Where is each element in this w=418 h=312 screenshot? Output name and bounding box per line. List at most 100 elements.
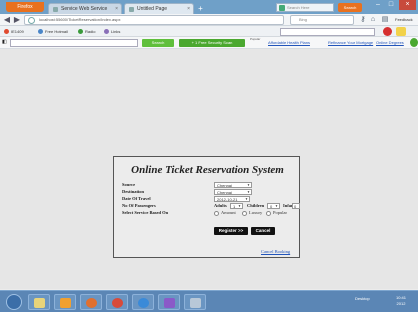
clock[interactable]: 10:41 2012 bbox=[396, 295, 406, 307]
navigation-bar: ◀ ▶ localhost:55600/TicketReservation/In… bbox=[0, 14, 418, 26]
web-search-input[interactable]: Bing bbox=[290, 15, 354, 25]
addon-toolbar: ◧ Search + 1 Free Security Scan Popular … bbox=[0, 37, 418, 49]
back-arrow-icon[interactable]: ◀ bbox=[2, 15, 12, 25]
media-taskbar-button[interactable] bbox=[54, 294, 76, 310]
feedback-button[interactable]: Feedback bbox=[395, 15, 413, 25]
addon-search-input[interactable] bbox=[10, 39, 138, 47]
addon-search-button[interactable]: Search bbox=[142, 39, 174, 47]
bookmark-item[interactable]: IE1409 bbox=[4, 26, 24, 37]
url-text: localhost:55600/TicketReservation/Index.… bbox=[39, 17, 121, 22]
firefox-taskbar-button[interactable] bbox=[80, 294, 102, 310]
ie-taskbar-button[interactable] bbox=[132, 294, 154, 310]
tab-service[interactable]: Service Web Service × bbox=[48, 3, 122, 14]
forward-arrow-icon[interactable]: ▶ bbox=[12, 15, 22, 25]
bookmark-icon bbox=[78, 29, 83, 35]
source-select[interactable]: Chennai ▼ bbox=[214, 182, 252, 188]
title-bar: Firefox Service Web Service × Untitled P… bbox=[0, 0, 418, 14]
destination-label: Destination bbox=[122, 189, 145, 194]
form-title: Online Ticket Reservation System bbox=[131, 164, 284, 176]
toolbar-link[interactable]: Refinance Your Mortgage bbox=[328, 39, 373, 47]
toolbar-search-input[interactable] bbox=[280, 28, 375, 36]
chrome-taskbar-button[interactable] bbox=[106, 294, 128, 310]
page-content: Online Ticket Reservation System Source … bbox=[0, 49, 418, 289]
amount-radio-label: Amount bbox=[221, 210, 236, 215]
app-taskbar-button[interactable] bbox=[184, 294, 206, 310]
start-button-icon[interactable] bbox=[6, 294, 22, 310]
dropdown-arrow-icon: ▼ bbox=[245, 197, 248, 201]
notes-icon[interactable] bbox=[396, 27, 406, 36]
clock-date: 2012 bbox=[396, 301, 406, 306]
source-label: Source bbox=[122, 182, 136, 187]
bookmark-icon bbox=[104, 29, 109, 35]
toolbar-link[interactable]: Online Degrees bbox=[376, 39, 404, 47]
cancel-booking-link[interactable]: Cancel Booking bbox=[261, 249, 290, 254]
bookmark-item[interactable]: Free Hotmail bbox=[38, 26, 68, 37]
date-label: Date Of Travel bbox=[122, 196, 151, 201]
cancel-button[interactable]: Cancel bbox=[251, 227, 275, 235]
minimize-icon[interactable]: – bbox=[372, 0, 384, 10]
close-tab-icon[interactable]: × bbox=[115, 4, 118, 14]
tab-label: Untitled Page bbox=[137, 6, 168, 12]
tab-favicon-icon bbox=[53, 7, 58, 12]
children-select[interactable]: 0 ▼ bbox=[267, 203, 280, 209]
dropdown-arrow-icon: ▼ bbox=[247, 190, 250, 194]
close-window-icon[interactable]: × bbox=[399, 0, 416, 10]
dropdown-arrow-icon: ▼ bbox=[275, 204, 278, 208]
destination-select[interactable]: Chennai ▼ bbox=[214, 189, 252, 195]
stop-icon[interactable] bbox=[383, 27, 392, 36]
date-input[interactable]: 2012-10-21 ▼ bbox=[214, 196, 250, 202]
addon-icon[interactable] bbox=[410, 38, 418, 47]
search-engine-icon bbox=[279, 5, 285, 11]
bookmark-menu-icon[interactable]: ▤ bbox=[380, 15, 390, 25]
media-icon bbox=[60, 298, 71, 308]
maximize-icon[interactable]: □ bbox=[385, 0, 397, 10]
children-label: Children bbox=[247, 203, 265, 208]
passengers-label: No Of Passengers bbox=[122, 203, 156, 208]
amount-radio[interactable] bbox=[214, 211, 219, 216]
register-button[interactable]: Register >> bbox=[214, 227, 248, 235]
infants-select[interactable]: 0 bbox=[292, 203, 300, 209]
bookmarks-bar: IE1409 Free Hotmail Radio Links bbox=[0, 26, 418, 37]
popular-radio[interactable] bbox=[266, 211, 271, 216]
bookmark-item[interactable]: Radio bbox=[78, 26, 95, 37]
ie-icon bbox=[138, 298, 149, 308]
url-bar[interactable]: localhost:55600/TicketReservation/Index.… bbox=[24, 15, 284, 25]
tab-label: Service Web Service bbox=[61, 6, 108, 12]
dropdown-arrow-icon: ▼ bbox=[247, 183, 250, 187]
browser-window: Firefox Service Web Service × Untitled P… bbox=[0, 0, 418, 312]
firefox-icon bbox=[86, 298, 97, 308]
globe-icon bbox=[28, 17, 35, 24]
adults-label: Adults bbox=[214, 203, 227, 208]
app-icon bbox=[190, 298, 201, 308]
toolbar-logo-icon: ◧ bbox=[2, 39, 7, 45]
key-icon[interactable]: ⚷ bbox=[358, 15, 368, 25]
service-label: Select Service Based On bbox=[122, 210, 169, 215]
tab-favicon-icon bbox=[129, 7, 134, 12]
web-search-placeholder: Bing bbox=[299, 17, 308, 22]
luxury-radio[interactable] bbox=[242, 211, 247, 216]
vs-taskbar-button[interactable] bbox=[158, 294, 180, 310]
tab-untitled[interactable]: Untitled Page × bbox=[124, 3, 194, 14]
tray-desktop-label[interactable]: Desktop bbox=[355, 296, 370, 301]
title-search-placeholder: Search Here bbox=[287, 5, 310, 10]
popular-radio-label: Popular bbox=[273, 210, 287, 215]
firefox-menu-button[interactable]: Firefox bbox=[6, 2, 44, 12]
explorer-taskbar-button[interactable] bbox=[28, 294, 50, 310]
chrome-icon bbox=[112, 298, 123, 308]
dropdown-arrow-icon: ▼ bbox=[238, 204, 241, 208]
taskbar: Desktop 10:41 2012 bbox=[0, 290, 418, 312]
adults-select[interactable]: 1 ▼ bbox=[230, 203, 243, 209]
new-tab-button[interactable]: + bbox=[196, 4, 205, 13]
folder-icon bbox=[34, 298, 45, 308]
bookmark-item[interactable]: Links bbox=[104, 26, 120, 37]
toolbar-link[interactable]: Affordable Health Plans bbox=[268, 39, 310, 47]
close-tab-icon[interactable]: × bbox=[187, 4, 190, 14]
bookmark-icon bbox=[38, 29, 43, 35]
popular-label: Popular bbox=[250, 37, 261, 41]
reservation-form: Online Ticket Reservation System Source … bbox=[113, 156, 300, 258]
security-scan-button[interactable]: + 1 Free Security Scan bbox=[179, 39, 245, 47]
bookmark-icon bbox=[4, 29, 9, 35]
title-search-box[interactable]: Search Here bbox=[276, 3, 334, 12]
home-icon[interactable]: ⌂ bbox=[368, 15, 378, 25]
title-search-button[interactable]: Search bbox=[338, 3, 362, 12]
